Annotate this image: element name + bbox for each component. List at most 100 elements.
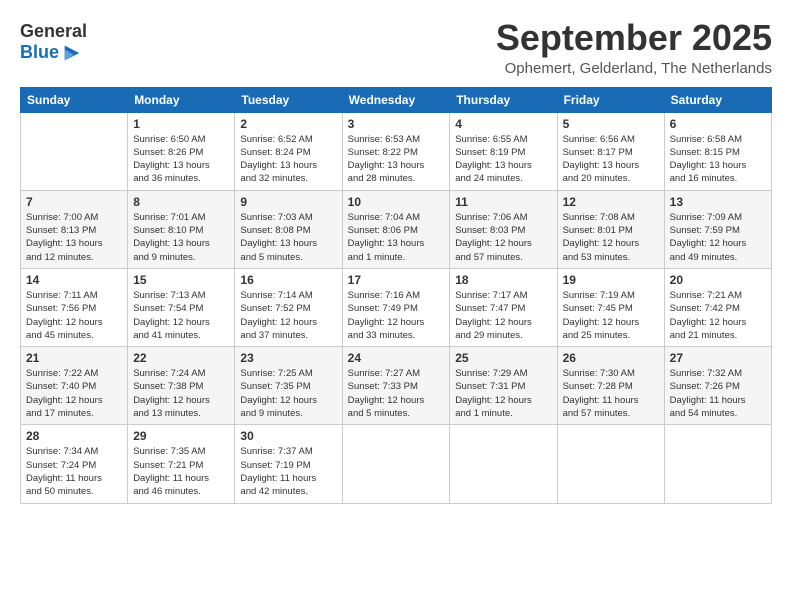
- col-saturday: Saturday: [664, 87, 771, 112]
- col-friday: Friday: [557, 87, 664, 112]
- calendar-week-2: 7 Sunrise: 7:00 AM Sunset: 8:13 PM Daylig…: [21, 190, 772, 268]
- col-sunday: Sunday: [21, 87, 128, 112]
- table-row: 19 Sunrise: 7:19 AM Sunset: 7:45 PM Dayli…: [557, 268, 664, 346]
- day-number: 15: [133, 273, 229, 287]
- page: General Blue September 2025 Ophemert, Ge…: [0, 0, 792, 612]
- table-row: 23 Sunrise: 7:25 AM Sunset: 7:35 PM Dayli…: [235, 347, 342, 425]
- day-info: Sunrise: 7:22 AM Sunset: 7:40 PM Dayligh…: [26, 367, 122, 420]
- day-number: 28: [26, 429, 122, 443]
- table-row: 2 Sunrise: 6:52 AM Sunset: 8:24 PM Daylig…: [235, 112, 342, 190]
- calendar-header-row: Sunday Monday Tuesday Wednesday Thursday…: [21, 87, 772, 112]
- day-number: 30: [240, 429, 336, 443]
- day-info: Sunrise: 7:21 AM Sunset: 7:42 PM Dayligh…: [670, 289, 766, 342]
- day-info: Sunrise: 7:32 AM Sunset: 7:26 PM Dayligh…: [670, 367, 766, 420]
- table-row: 22 Sunrise: 7:24 AM Sunset: 7:38 PM Dayli…: [128, 347, 235, 425]
- table-row: 28 Sunrise: 7:34 AM Sunset: 7:24 PM Dayli…: [21, 425, 128, 503]
- day-info: Sunrise: 6:56 AM Sunset: 8:17 PM Dayligh…: [563, 133, 659, 186]
- table-row: 5 Sunrise: 6:56 AM Sunset: 8:17 PM Daylig…: [557, 112, 664, 190]
- day-number: 16: [240, 273, 336, 287]
- table-row: 16Sunrise: 7:14 AM Sunset: 7:52 PM Dayli…: [235, 268, 342, 346]
- table-row: 21 Sunrise: 7:22 AM Sunset: 7:40 PM Dayli…: [21, 347, 128, 425]
- day-number: 22: [133, 351, 229, 365]
- day-info: Sunrise: 6:52 AM Sunset: 8:24 PM Dayligh…: [240, 133, 336, 186]
- calendar-week-1: 1 Sunrise: 6:50 AM Sunset: 8:26 PM Daylig…: [21, 112, 772, 190]
- day-number: 27: [670, 351, 766, 365]
- col-monday: Monday: [128, 87, 235, 112]
- day-info: Sunrise: 7:37 AM Sunset: 7:19 PM Dayligh…: [240, 445, 336, 498]
- day-info: Sunrise: 7:06 AM Sunset: 8:03 PM Dayligh…: [455, 211, 551, 264]
- table-row: 8 Sunrise: 7:01 AM Sunset: 8:10 PM Daylig…: [128, 190, 235, 268]
- logo-icon: [61, 42, 83, 64]
- subtitle: Ophemert, Gelderland, The Netherlands: [496, 60, 772, 77]
- day-info: Sunrise: 7:09 AM Sunset: 7:59 PM Dayligh…: [670, 211, 766, 264]
- table-row: 6 Sunrise: 6:58 AM Sunset: 8:15 PM Daylig…: [664, 112, 771, 190]
- day-number: 24: [348, 351, 445, 365]
- table-row: [450, 425, 557, 503]
- table-row: 9Sunrise: 7:03 AM Sunset: 8:08 PM Daylig…: [235, 190, 342, 268]
- day-number: 18: [455, 273, 551, 287]
- table-row: 7 Sunrise: 7:00 AM Sunset: 8:13 PM Daylig…: [21, 190, 128, 268]
- logo-general: General: [20, 22, 87, 42]
- calendar-week-4: 21 Sunrise: 7:22 AM Sunset: 7:40 PM Dayli…: [21, 347, 772, 425]
- day-number: 21: [26, 351, 122, 365]
- day-number: 8: [133, 195, 229, 209]
- table-row: 30 Sunrise: 7:37 AM Sunset: 7:19 PM Dayli…: [235, 425, 342, 503]
- day-number: 5: [563, 117, 659, 131]
- table-row: 11 Sunrise: 7:06 AM Sunset: 8:03 PM Dayli…: [450, 190, 557, 268]
- day-number: 25: [455, 351, 551, 365]
- day-number: 23: [240, 351, 336, 365]
- day-number: 4: [455, 117, 551, 131]
- day-info: Sunrise: 7:04 AM Sunset: 8:06 PM Dayligh…: [348, 211, 445, 264]
- day-info: Sunrise: 6:58 AM Sunset: 8:15 PM Dayligh…: [670, 133, 766, 186]
- day-info: Sunrise: 6:50 AM Sunset: 8:26 PM Dayligh…: [133, 133, 229, 186]
- day-info: Sunrise: 7:19 AM Sunset: 7:45 PM Dayligh…: [563, 289, 659, 342]
- table-row: 14 Sunrise: 7:11 AM Sunset: 7:56 PM Dayli…: [21, 268, 128, 346]
- title-block: September 2025 Ophemert, Gelderland, The…: [496, 18, 772, 77]
- calendar-table: Sunday Monday Tuesday Wednesday Thursday…: [20, 87, 772, 504]
- table-row: 15Sunrise: 7:13 AM Sunset: 7:54 PM Dayli…: [128, 268, 235, 346]
- day-info: Sunrise: 7:35 AM Sunset: 7:21 PM Dayligh…: [133, 445, 229, 498]
- logo-blue: Blue: [20, 43, 59, 63]
- table-row: 18Sunrise: 7:17 AM Sunset: 7:47 PM Dayli…: [450, 268, 557, 346]
- table-row: 1 Sunrise: 6:50 AM Sunset: 8:26 PM Daylig…: [128, 112, 235, 190]
- day-info: Sunrise: 7:24 AM Sunset: 7:38 PM Dayligh…: [133, 367, 229, 420]
- table-row: [342, 425, 450, 503]
- day-info: Sunrise: 7:30 AM Sunset: 7:28 PM Dayligh…: [563, 367, 659, 420]
- table-row: 4 Sunrise: 6:55 AM Sunset: 8:19 PM Daylig…: [450, 112, 557, 190]
- day-number: 13: [670, 195, 766, 209]
- table-row: [21, 112, 128, 190]
- day-info: Sunrise: 6:55 AM Sunset: 8:19 PM Dayligh…: [455, 133, 551, 186]
- day-info: Sunrise: 7:11 AM Sunset: 7:56 PM Dayligh…: [26, 289, 122, 342]
- day-info: Sunrise: 7:25 AM Sunset: 7:35 PM Dayligh…: [240, 367, 336, 420]
- table-row: 10 Sunrise: 7:04 AM Sunset: 8:06 PM Dayli…: [342, 190, 450, 268]
- day-info: Sunrise: 7:01 AM Sunset: 8:10 PM Dayligh…: [133, 211, 229, 264]
- table-row: 12Sunrise: 7:08 AM Sunset: 8:01 PM Dayli…: [557, 190, 664, 268]
- day-info: Sunrise: 7:16 AM Sunset: 7:49 PM Dayligh…: [348, 289, 445, 342]
- table-row: 29 Sunrise: 7:35 AM Sunset: 7:21 PM Dayli…: [128, 425, 235, 503]
- table-row: [557, 425, 664, 503]
- table-row: [664, 425, 771, 503]
- col-tuesday: Tuesday: [235, 87, 342, 112]
- day-number: 19: [563, 273, 659, 287]
- day-number: 29: [133, 429, 229, 443]
- day-number: 11: [455, 195, 551, 209]
- day-number: 6: [670, 117, 766, 131]
- day-number: 2: [240, 117, 336, 131]
- day-info: Sunrise: 7:34 AM Sunset: 7:24 PM Dayligh…: [26, 445, 122, 498]
- col-thursday: Thursday: [450, 87, 557, 112]
- table-row: 25Sunrise: 7:29 AM Sunset: 7:31 PM Dayli…: [450, 347, 557, 425]
- day-info: Sunrise: 6:53 AM Sunset: 8:22 PM Dayligh…: [348, 133, 445, 186]
- day-number: 26: [563, 351, 659, 365]
- day-number: 10: [348, 195, 445, 209]
- day-number: 1: [133, 117, 229, 131]
- day-number: 7: [26, 195, 122, 209]
- table-row: 24 Sunrise: 7:27 AM Sunset: 7:33 PM Dayli…: [342, 347, 450, 425]
- day-number: 17: [348, 273, 445, 287]
- day-info: Sunrise: 7:27 AM Sunset: 7:33 PM Dayligh…: [348, 367, 445, 420]
- header: General Blue September 2025 Ophemert, Ge…: [20, 18, 772, 77]
- month-title: September 2025: [496, 18, 772, 58]
- day-info: Sunrise: 7:00 AM Sunset: 8:13 PM Dayligh…: [26, 211, 122, 264]
- table-row: 27 Sunrise: 7:32 AM Sunset: 7:26 PM Dayli…: [664, 347, 771, 425]
- day-number: 14: [26, 273, 122, 287]
- day-info: Sunrise: 7:03 AM Sunset: 8:08 PM Dayligh…: [240, 211, 336, 264]
